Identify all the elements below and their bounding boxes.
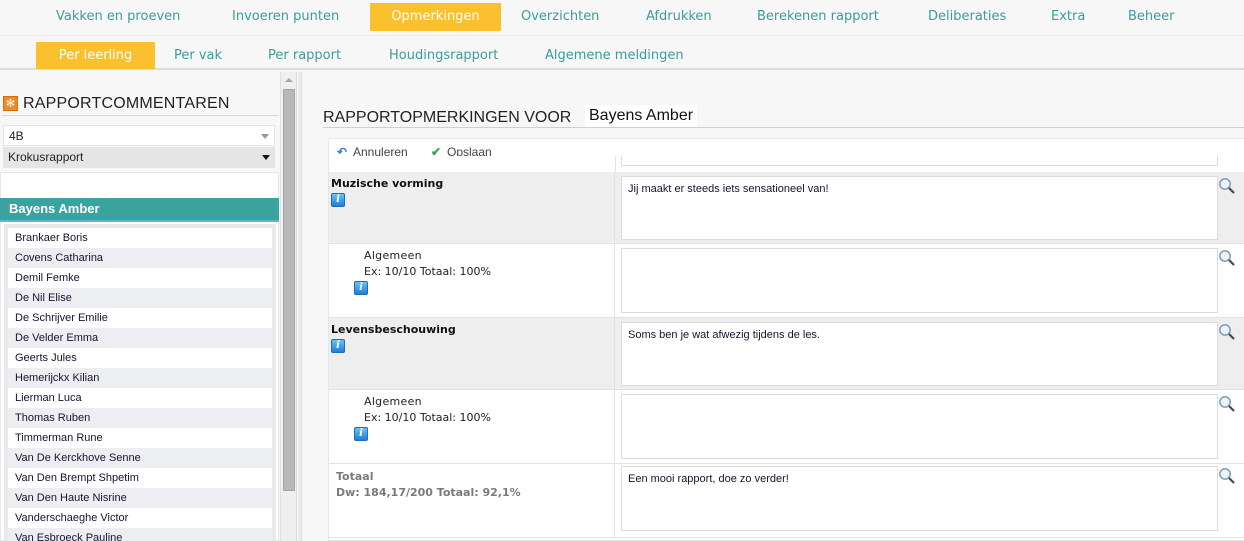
tab-algemene-meldingen[interactable]: Algemene meldingen xyxy=(526,42,703,69)
toolbar-overlap xyxy=(329,156,1244,172)
search-icon[interactable] xyxy=(1218,249,1236,267)
student-list-item[interactable]: Covens Catharina xyxy=(8,248,272,268)
comment-textarea[interactable]: Een mooi rapport, doe zo verder! xyxy=(621,466,1218,531)
student-list-item[interactable]: Brankaer Boris xyxy=(8,228,272,248)
search-icon[interactable] xyxy=(1218,395,1236,413)
student-list-item[interactable]: Van Esbroeck Pauline xyxy=(8,528,272,541)
nav-vakken-en-proeven[interactable]: Vakken en proeven xyxy=(40,3,196,31)
total-title: Totaal xyxy=(336,470,374,483)
nav-berekenen-rapport[interactable]: Berekenen rapport xyxy=(741,3,895,31)
comment-textarea[interactable]: Soms ben je wat afwezig tijdens de les. xyxy=(621,322,1218,386)
tab-per-leerling[interactable]: Per leerling xyxy=(36,42,155,69)
search-icon[interactable] xyxy=(1218,177,1236,195)
sub-title: Algemeen xyxy=(364,395,422,408)
student-list-item[interactable]: De Velder Emma xyxy=(8,328,272,348)
student-list-item[interactable]: Hemerijckx Kilian xyxy=(8,368,272,388)
sub-row-algemeen: Algemeen Ex: 10/10 Totaal: 100% i xyxy=(329,244,1244,318)
tab-per-rapport[interactable]: Per rapport xyxy=(249,42,360,69)
subject-title: Muzische vorming xyxy=(331,177,444,190)
nav-invoeren-punten[interactable]: Invoeren punten xyxy=(216,3,355,31)
sidebar-scrollbar[interactable] xyxy=(280,72,297,541)
comment-textarea[interactable]: Jij maakt er steeds iets sensationeel va… xyxy=(621,176,1218,240)
nav-opmerkingen[interactable]: Opmerkingen xyxy=(370,3,501,31)
sub-score: Ex: 10/10 Totaal: 100% xyxy=(364,411,491,424)
page-title-label: RAPPORTOPMERKINGEN VOOR xyxy=(323,109,572,126)
sub-row-algemeen: Algemeen Ex: 10/10 Totaal: 100% i xyxy=(329,390,1244,464)
info-icon[interactable]: i xyxy=(354,427,368,441)
scroll-up-arrow-icon[interactable] xyxy=(285,78,293,82)
class-select[interactable]: 4B xyxy=(3,125,275,146)
student-list-item[interactable]: Thomas Ruben xyxy=(8,408,272,428)
nav-extra[interactable]: Extra xyxy=(1035,3,1101,31)
subject-row-levensbeschouwing: Levensbeschouwing i Soms ben je wat afwe… xyxy=(329,318,1244,390)
chevron-down-icon xyxy=(261,134,269,139)
search-icon[interactable] xyxy=(1218,467,1236,485)
student-list-item[interactable]: Vanderschaeghe Victor xyxy=(8,508,272,528)
search-icon[interactable] xyxy=(1218,323,1236,341)
sub-navigation: Per leerling Per vak Per rapport Houding… xyxy=(0,37,1244,70)
sub-title: Algemeen xyxy=(364,249,422,262)
subject-title: Levensbeschouwing xyxy=(331,323,456,336)
info-icon[interactable]: i xyxy=(354,281,368,295)
student-list: Brankaer Boris Covens Catharina Demil Femk… xyxy=(4,224,276,541)
selected-student[interactable]: Bayens Amber xyxy=(0,198,279,222)
student-list-item[interactable]: Van Den Brempt Shpetim xyxy=(8,468,272,488)
nav-overzichten[interactable]: Overzichten xyxy=(505,3,615,31)
page-title: RAPPORTOPMERKINGEN VOOR Bayens Amber xyxy=(323,105,1244,128)
student-list-item[interactable]: Geerts Jules xyxy=(8,348,272,368)
comments-panel: ↶ Annuleren ✔ Opslaan Muzische vorming i J… xyxy=(328,138,1244,541)
total-score: Dw: 184,17/200 Totaal: 92,1% xyxy=(336,486,521,499)
tab-houdingsrapport[interactable]: Houdingsrapport xyxy=(370,42,517,69)
info-icon[interactable]: i xyxy=(331,339,345,353)
sidebar: ✻ RAPPORTCOMMENTAREN 4B Krokusrapport Ba… xyxy=(0,72,280,541)
info-icon[interactable]: i xyxy=(331,193,345,207)
student-list-item[interactable]: De Schrijver Emilie xyxy=(8,308,272,328)
student-list-item[interactable]: Van Den Haute Nisrine xyxy=(8,488,272,508)
sidebar-header: ✻ RAPPORTCOMMENTAREN xyxy=(2,94,278,116)
comment-textarea[interactable] xyxy=(621,394,1218,459)
page-title-student: Bayens Amber xyxy=(585,105,698,127)
sub-score: Ex: 10/10 Totaal: 100% xyxy=(364,265,491,278)
comment-textarea[interactable] xyxy=(621,248,1218,313)
report-select-value: Krokusrapport xyxy=(8,150,84,164)
comment-rows: Muzische vorming i Jij maakt er steeds i… xyxy=(329,172,1244,538)
student-list-item[interactable]: De Nil Elise xyxy=(8,288,272,308)
chevron-down-icon xyxy=(262,155,270,160)
total-row: Totaal Dw: 184,17/200 Totaal: 92,1% Een … xyxy=(329,464,1244,538)
student-list-item[interactable]: Demil Femke xyxy=(8,268,272,288)
nav-afdrukken[interactable]: Afdrukken xyxy=(630,3,728,31)
student-list-item[interactable]: Lierman Luca xyxy=(8,388,272,408)
subject-row-muzische-vorming: Muzische vorming i Jij maakt er steeds i… xyxy=(329,172,1244,244)
class-select-value: 4B xyxy=(9,129,24,143)
gear-icon: ✻ xyxy=(3,96,18,111)
report-select[interactable]: Krokusrapport xyxy=(3,147,275,168)
sidebar-title: RAPPORTCOMMENTAREN xyxy=(23,95,230,112)
student-list-item[interactable]: Van De Kerckhove Senne xyxy=(8,448,272,468)
nav-beheer[interactable]: Beheer xyxy=(1112,3,1191,31)
splitter[interactable] xyxy=(298,72,302,541)
main-navigation: Vakken en proeven Invoeren punten Opmerk… xyxy=(0,0,1244,36)
nav-deliberaties[interactable]: Deliberaties xyxy=(912,3,1022,31)
scrollbar-thumb[interactable] xyxy=(283,89,295,491)
tab-per-vak[interactable]: Per vak xyxy=(155,42,241,69)
student-list-item[interactable]: Timmerman Rune xyxy=(8,428,272,448)
